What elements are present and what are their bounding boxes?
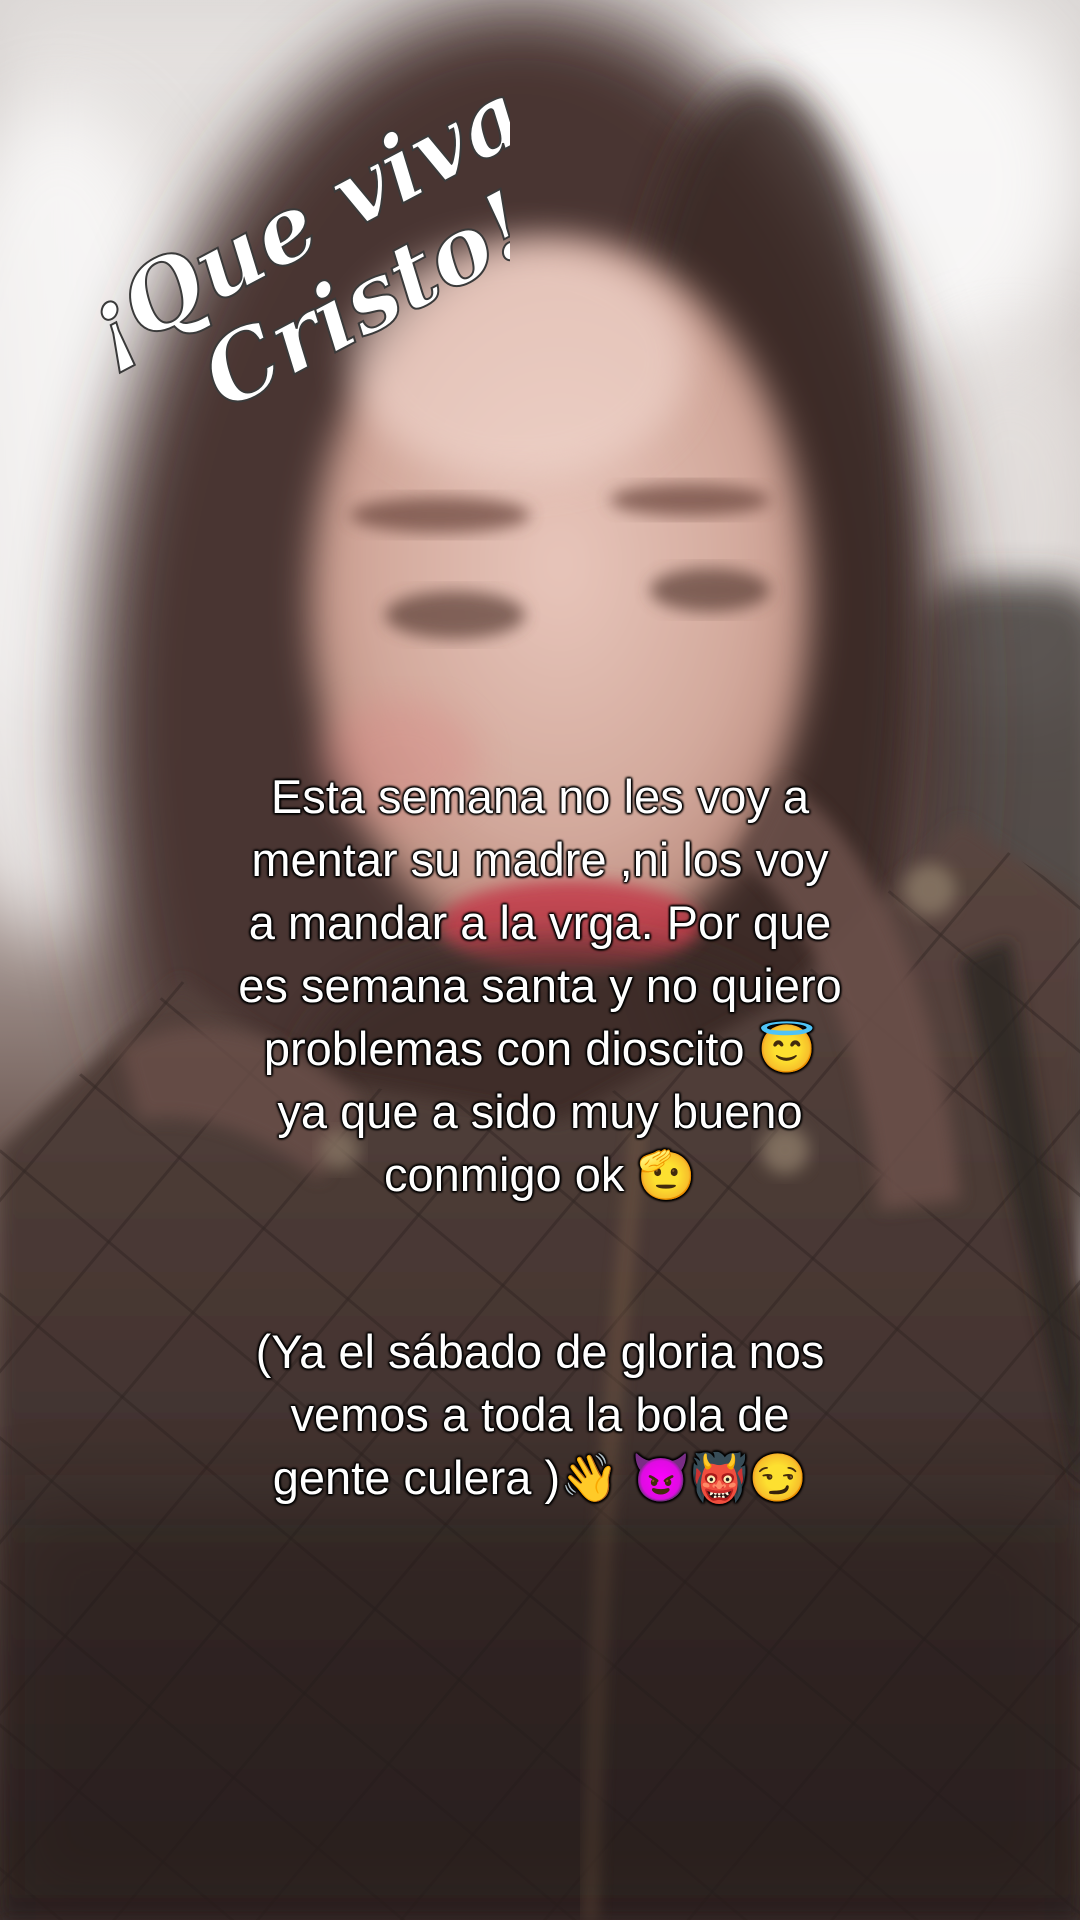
caption-line: problemas con dioscito 😇	[263, 1022, 817, 1075]
caption-line: ya que a sido muy bueno	[277, 1085, 803, 1138]
caption-line: gente culera )👋 😈👹😏	[272, 1451, 808, 1504]
caption-line: (Ya el sábado de gloria nos	[255, 1325, 825, 1378]
story-frame: ¡Que viva Cristo! Esta semana no les voy…	[0, 0, 1080, 1920]
caption-line: vemos a toda la bola de	[290, 1388, 790, 1441]
caption-line: mentar su madre ,ni los voy	[251, 833, 829, 886]
caption-line: a mandar a la vrga. Por que	[248, 896, 832, 949]
caption-secondary: (Ya el sábado de gloria nos vemos a toda…	[140, 1320, 940, 1509]
caption-line: Esta semana no les voy a	[270, 770, 810, 823]
caption-main: Esta semana no les voy a mentar su madre…	[140, 765, 940, 1206]
que-viva-cristo-sticker[interactable]: ¡Que viva Cristo!	[40, 70, 510, 450]
caption-line: es semana santa y no quiero	[238, 959, 842, 1012]
caption-line: conmigo ok 🫡	[384, 1148, 696, 1201]
